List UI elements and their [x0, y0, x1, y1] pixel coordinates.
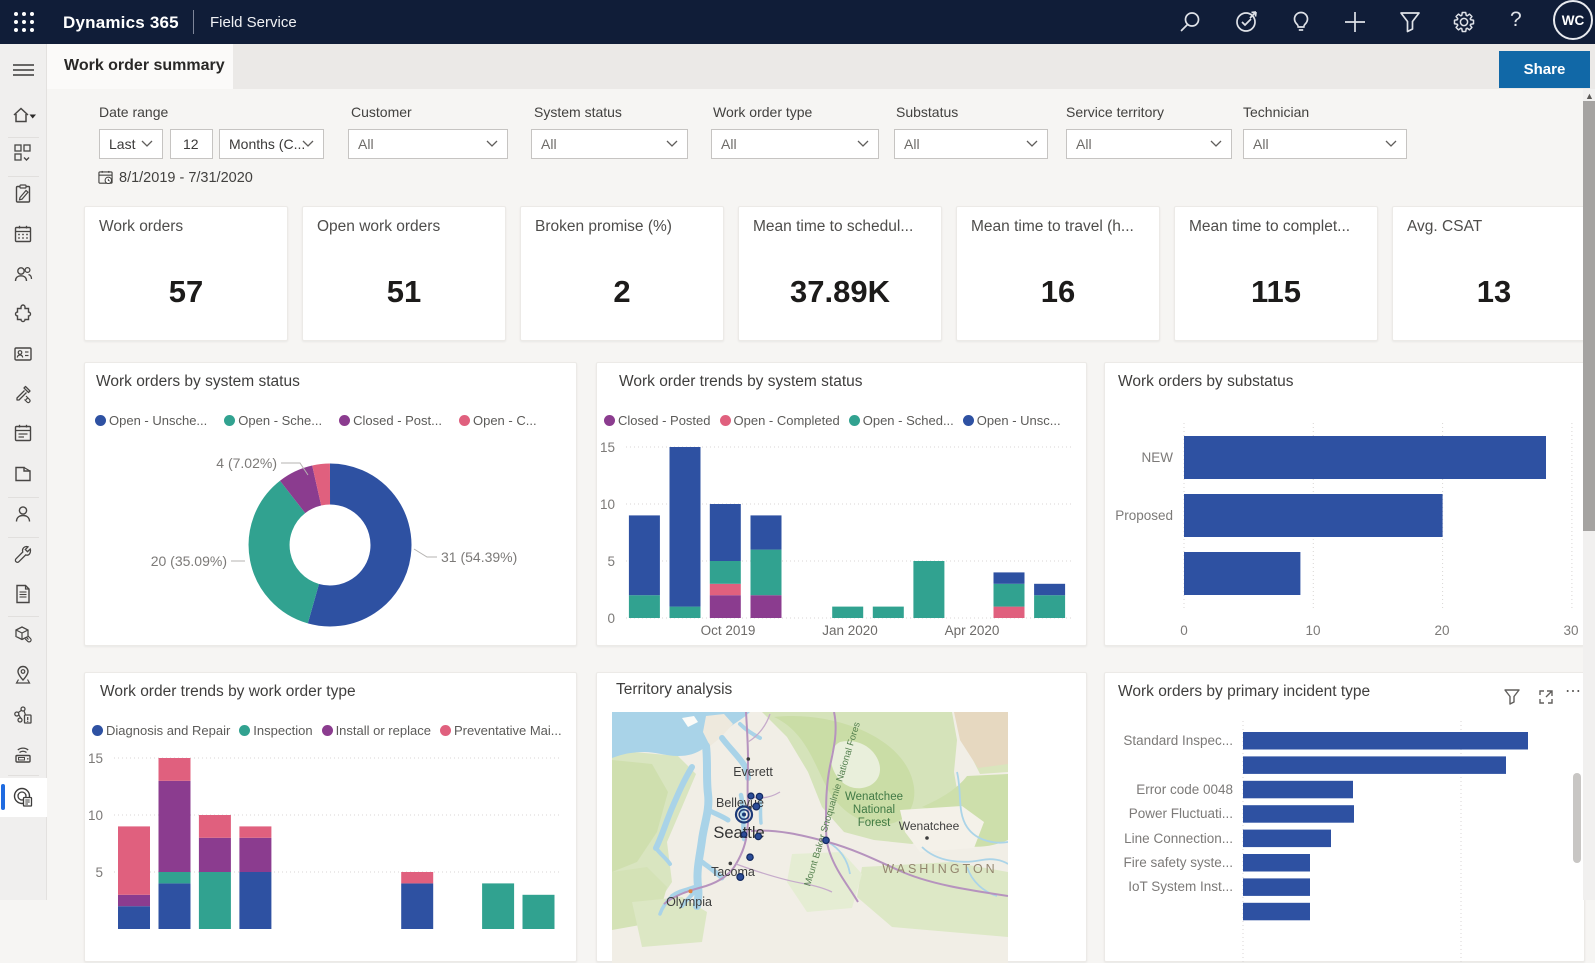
svg-text:30: 30 [1563, 623, 1578, 638]
svg-text:0: 0 [1180, 623, 1188, 638]
svg-text:WASHINGTON: WASHINGTON [882, 862, 997, 876]
svg-text:10: 10 [1305, 623, 1320, 638]
svg-text:Olympia: Olympia [666, 895, 712, 909]
svg-text:Line Connection...: Line Connection... [1124, 831, 1233, 846]
svg-text:20: 20 [1434, 623, 1449, 638]
svg-text:Wenatchee: Wenatchee [845, 791, 903, 803]
svg-text:Fire safety syste...: Fire safety syste... [1123, 855, 1233, 870]
svg-text:National: National [853, 804, 895, 816]
svg-text:Standard Inspec...: Standard Inspec... [1123, 733, 1233, 748]
svg-text:Everett: Everett [733, 765, 773, 779]
svg-text:0: 0 [607, 611, 615, 626]
svg-text:10: 10 [600, 497, 615, 512]
svg-text:Error code 0048: Error code 0048 [1136, 782, 1233, 797]
svg-text:Proposed: Proposed [1115, 508, 1173, 523]
svg-text:IoT System Inst...: IoT System Inst... [1128, 879, 1233, 894]
svg-text:20 (35.09%): 20 (35.09%) [151, 553, 227, 569]
svg-text:Apr 2020: Apr 2020 [945, 623, 1000, 638]
svg-text:4 (7.02%): 4 (7.02%) [216, 455, 277, 471]
svg-text:15: 15 [600, 440, 615, 455]
svg-text:Jan 2020: Jan 2020 [822, 623, 878, 638]
svg-text:Tacoma: Tacoma [711, 865, 755, 879]
svg-text:10: 10 [88, 808, 103, 823]
svg-text:5: 5 [607, 554, 615, 569]
svg-text:5: 5 [95, 865, 103, 880]
svg-text:31 (54.39%): 31 (54.39%) [441, 549, 517, 565]
svg-text:Wenatchee: Wenatchee [899, 819, 960, 833]
svg-text:Power Fluctuati...: Power Fluctuati... [1129, 806, 1233, 821]
svg-text:NEW: NEW [1142, 450, 1174, 465]
svg-text:Oct 2019: Oct 2019 [701, 623, 756, 638]
svg-text:Forest: Forest [858, 817, 891, 829]
svg-text:15: 15 [88, 751, 103, 766]
